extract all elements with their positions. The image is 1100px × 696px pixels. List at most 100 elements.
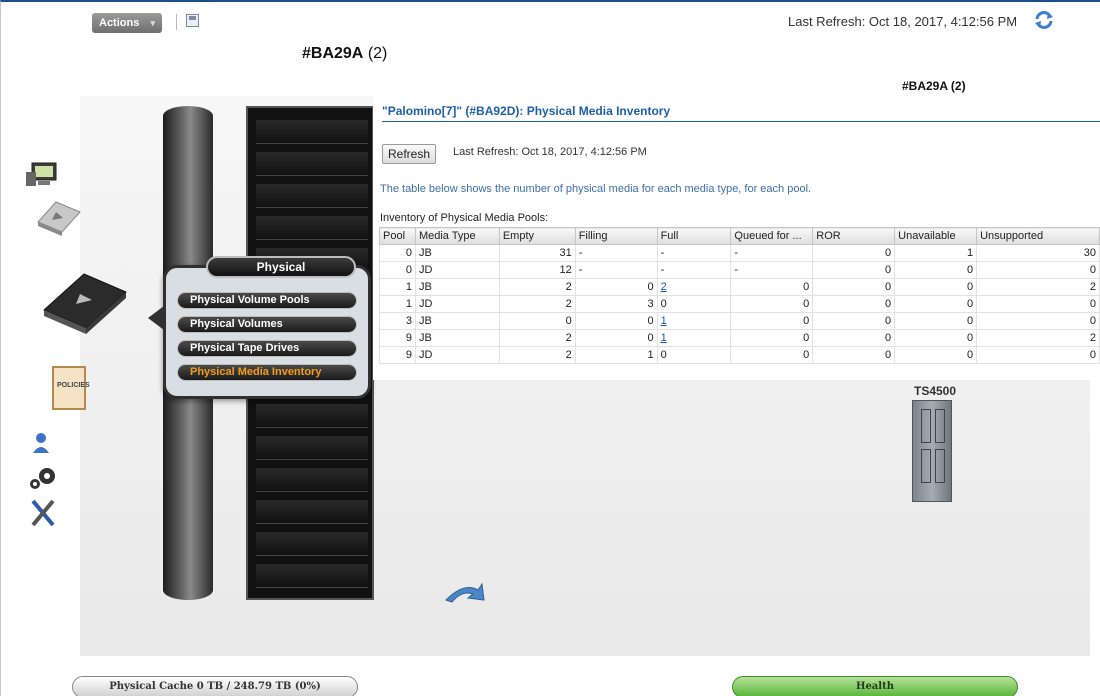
cell-queued: 0 — [730, 346, 814, 364]
save-icon[interactable] — [186, 14, 199, 27]
cell-ror: 0 — [812, 346, 896, 364]
cell-empty: 2 — [498, 295, 576, 313]
policies-label: POLICIES — [57, 382, 90, 389]
cell-filling: 0 — [574, 329, 658, 347]
cell-pool: 9 — [379, 329, 416, 347]
cell-filling: 0 — [574, 312, 658, 330]
cell-queued: 0 — [730, 295, 814, 313]
inventory-table: Pool Media Type Empty Filling Full Queue… — [379, 227, 1100, 364]
column-header[interactable]: Filling — [574, 227, 658, 245]
table-row[interactable]: 3 JB 0 0 1 0 0 0 0 — [379, 312, 1100, 330]
column-header[interactable]: Unavailable — [894, 227, 978, 245]
cell-queued: 0 — [730, 312, 814, 330]
cell-queued: 0 — [730, 278, 814, 296]
cell-empty: 12 — [498, 261, 576, 279]
table-row[interactable]: 9 JD 2 1 0 0 0 0 0 — [379, 346, 1100, 364]
cell-unsupported: 2 — [976, 329, 1100, 347]
table-row[interactable]: 9 JB 2 0 1 0 0 0 2 — [379, 329, 1100, 347]
menu-item-physical-tape-drives[interactable]: Physical Tape Drives — [177, 340, 357, 357]
table-row[interactable]: 0 JB 31- - -0 1 30 — [379, 244, 1100, 262]
toolbar-divider — [176, 14, 177, 30]
column-header[interactable]: Full — [656, 227, 732, 245]
library-image[interactable] — [912, 400, 952, 502]
cell-full: 0 — [656, 346, 732, 364]
policies-icon[interactable]: POLICIES — [52, 366, 90, 410]
cell-unsupported: 0 — [976, 261, 1100, 279]
cell-pool: 1 — [379, 295, 416, 313]
actions-button[interactable]: Actions ▾ — [92, 13, 162, 33]
chevron-down-icon: ▾ — [150, 18, 155, 28]
cell-media-type: JB — [414, 244, 500, 262]
table-caption: Inventory of Physical Media Pools: — [380, 212, 549, 224]
cell-ror: 0 — [812, 329, 896, 347]
table-row[interactable]: 0 JD 12- - -0 0 0 — [379, 261, 1100, 279]
menu-item-physical-volume-pools[interactable]: Physical Volume Pools — [177, 292, 357, 309]
table-row[interactable]: 1 JB 2 0 2 0 0 0 2 — [379, 278, 1100, 296]
cell-empty: 2 — [498, 278, 576, 296]
cell-unavailable: 1 — [894, 244, 978, 262]
cell-queued: - — [730, 261, 814, 279]
menu-item-physical-volumes[interactable]: Physical Volumes — [177, 316, 357, 333]
table-row[interactable]: 1 JD 2 3 0 0 0 0 0 — [379, 295, 1100, 313]
cell-pool: 1 — [379, 278, 416, 296]
full-count-link[interactable]: 1 — [661, 315, 667, 327]
cell-ror: 0 — [812, 295, 896, 313]
cell-media-type: JB — [414, 278, 500, 296]
health-bar[interactable]: Health — [732, 676, 1018, 696]
cell-unavailable: 0 — [894, 329, 978, 347]
cell-full: 1 — [656, 312, 732, 330]
cell-full: - — [656, 244, 732, 262]
monitor-icon[interactable] — [24, 162, 58, 188]
column-header[interactable]: Media Type — [414, 227, 500, 245]
column-header[interactable]: Empty — [498, 227, 576, 245]
cell-filling: 0 — [574, 278, 658, 296]
inventory-last-refresh: Last Refresh: Oct 18, 2017, 4:12:56 PM — [453, 146, 647, 158]
cell-full: 2 — [656, 278, 732, 296]
cell-filling: 3 — [574, 295, 658, 313]
cell-media-type: JD — [414, 346, 500, 364]
cell-unavailable: 0 — [894, 278, 978, 296]
physical-menu: Physical Physical Volume Pools Physical … — [148, 256, 371, 399]
table-header-row: Pool Media Type Empty Filling Full Queue… — [379, 227, 1100, 245]
column-header[interactable]: Queued for ... — [730, 227, 814, 245]
physical-tape-icon[interactable] — [40, 270, 128, 334]
cell-empty: 0 — [498, 312, 576, 330]
system-title: #BA29A (2) — [302, 45, 387, 63]
cell-empty: 2 — [498, 346, 576, 364]
tools-icon[interactable] — [30, 498, 56, 528]
cell-media-type: JB — [414, 312, 500, 330]
user-icon[interactable] — [32, 432, 50, 454]
cell-empty: 31 — [498, 244, 576, 262]
inventory-table-body: 0 JB 31- - -0 1 30 0 JD 12- - -0 0 0 1 JB 2 0 2 0 0 0 2 1 JD 2 3 0 0… — [379, 244, 1100, 364]
cell-unavailable: 0 — [894, 312, 978, 330]
cache-icon[interactable] — [34, 198, 82, 238]
cell-pool: 0 — [379, 261, 416, 279]
cell-pool: 0 — [379, 244, 416, 262]
cell-unsupported: 30 — [976, 244, 1100, 262]
cell-queued: - — [730, 244, 814, 262]
inventory-panel: "Palomino[7]" (#BA92D): Physical Media I… — [373, 96, 1100, 380]
cell-filling: - — [574, 261, 658, 279]
full-count-link[interactable]: 2 — [661, 281, 667, 293]
cell-empty: 2 — [498, 329, 576, 347]
cell-filling: - — [574, 244, 658, 262]
cell-unsupported: 0 — [976, 295, 1100, 313]
menu-item-physical-media-inventory[interactable]: Physical Media Inventory — [177, 364, 357, 381]
system-small-label: #BA29A (2) — [902, 79, 966, 93]
refresh-icon[interactable] — [1033, 9, 1055, 31]
physical-cache-bar[interactable]: Physical Cache 0 TB / 248.79 TB (0%) — [72, 676, 358, 696]
column-header[interactable]: ROR — [812, 227, 896, 245]
cell-media-type: JD — [414, 261, 500, 279]
refresh-button[interactable]: Refresh — [382, 144, 436, 164]
cell-ror: 0 — [812, 261, 896, 279]
cell-full: 0 — [656, 295, 732, 313]
settings-gears-icon[interactable] — [28, 466, 58, 490]
column-header[interactable]: Unsupported — [976, 227, 1100, 245]
column-header[interactable]: Pool — [379, 227, 416, 245]
system-name: #BA29A — [302, 45, 364, 62]
back-arrow-icon[interactable] — [442, 580, 486, 606]
full-count-link[interactable]: 1 — [661, 332, 667, 344]
actions-label: Actions — [99, 17, 140, 29]
cell-unavailable: 0 — [894, 295, 978, 313]
cell-ror: 0 — [812, 244, 896, 262]
